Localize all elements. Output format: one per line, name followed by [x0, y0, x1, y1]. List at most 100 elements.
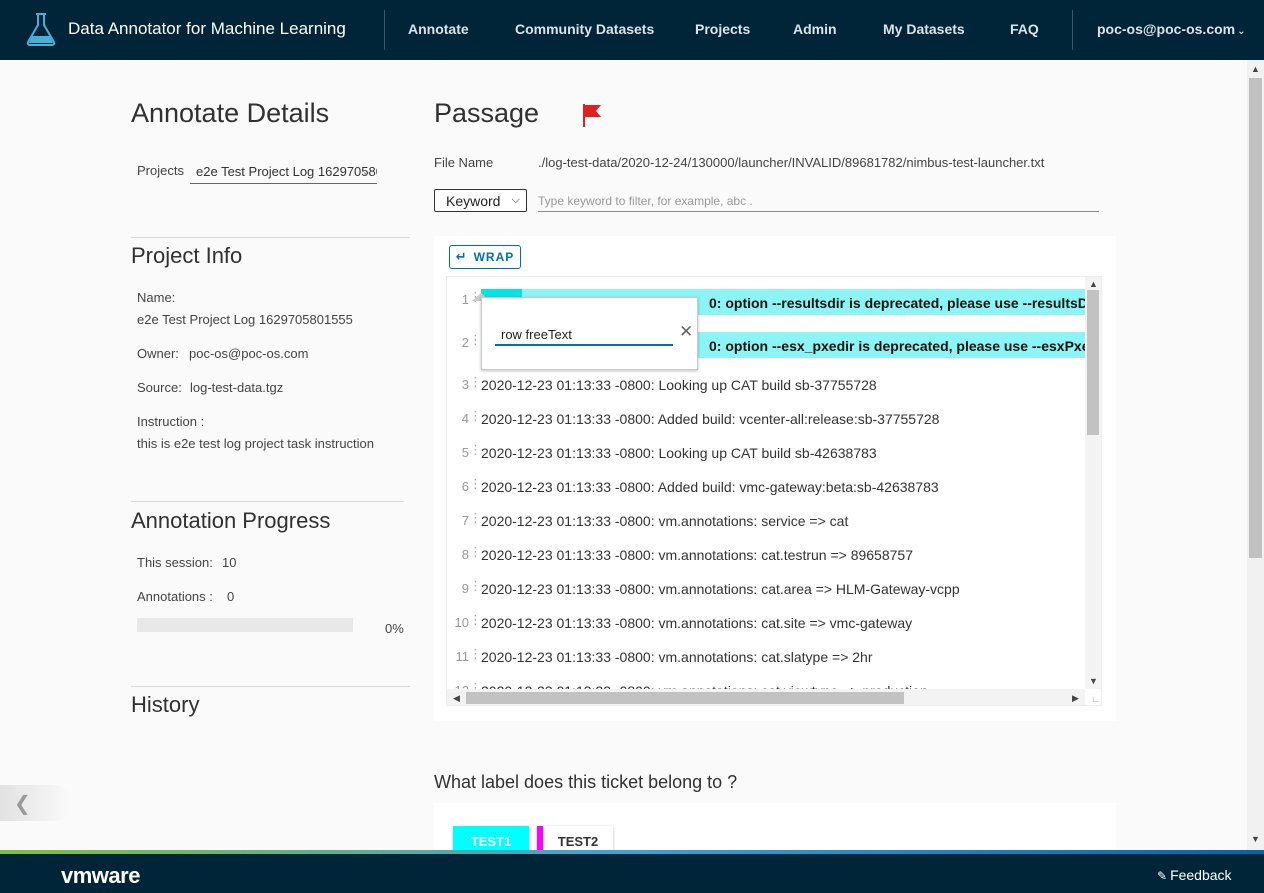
row-number: 9: [461, 581, 469, 596]
flask-logo-icon: [26, 13, 56, 46]
source-label: Source:: [137, 380, 182, 395]
log-row[interactable]: 11 ⋮ 2020-12-23 01:13:33 -0800: vm.annot…: [447, 642, 1087, 670]
row-text: 2020-12-23 01:13:33 -0800: Added build: …: [481, 479, 939, 495]
log-row[interactable]: 3 ⋮ 2020-12-23 01:13:33 -0800: Looking u…: [447, 370, 1087, 398]
collapse-sidebar-button[interactable]: ❮: [0, 785, 72, 821]
divider: [131, 501, 404, 502]
nav-projects[interactable]: Projects: [695, 21, 750, 37]
row-text: 2020-12-23 01:13:33 -0800: Looking up CA…: [481, 445, 877, 461]
nav-faq[interactable]: FAQ: [1010, 21, 1039, 37]
project-info-title: Project Info: [131, 243, 243, 268]
chevron-down-icon: ⌵: [511, 194, 520, 206]
projects-label: Projects: [137, 163, 184, 178]
chevron-down-icon: ⌄: [1237, 26, 1246, 37]
owner-label: Owner:: [137, 346, 179, 361]
chevron-down-icon: ⌄: [361, 166, 371, 178]
flag-icon[interactable]: [581, 102, 603, 128]
projects-select-value: e2e Test Project Log 1629705801555: [196, 164, 377, 179]
progress-bar: [137, 618, 353, 632]
top-nav-bar: Data Annotator for Machine Learning Anno…: [0, 0, 1264, 60]
row-number: 7: [461, 513, 469, 528]
feedback-label: Feedback: [1170, 867, 1232, 883]
log-row[interactable]: 8 ⋮ 2020-12-23 01:13:33 -0800: vm.annota…: [447, 540, 1087, 568]
source-value: log-test-data.tgz: [190, 380, 284, 395]
log-row[interactable]: 10 ⋮ 2020-12-23 01:13:33 -0800: vm.annot…: [447, 608, 1087, 636]
label-question: What label does this ticket belong to ?: [434, 772, 738, 792]
name-value: e2e Test Project Log 1629705801555: [137, 312, 353, 327]
instruction-value: this is e2e test log project task instru…: [137, 436, 375, 451]
keyword-select[interactable]: Keyword ⌵: [434, 189, 527, 212]
keyword-filter-input[interactable]: Type keyword to filter, for example, abc…: [538, 189, 1099, 212]
page-scroll-down-icon[interactable]: ▼: [1251, 834, 1260, 844]
feedback-link[interactable]: ✎ Feedback: [1157, 867, 1232, 883]
divider: [131, 237, 410, 238]
log-vertical-scroll-thumb[interactable]: [1087, 290, 1099, 435]
header-divider: [384, 10, 385, 50]
row-text: 2020-12-23 01:13:33 -0800: vm.annotation…: [481, 513, 849, 529]
nav-annotate[interactable]: Annotate: [408, 21, 469, 37]
annotate-details-title: Annotate Details: [131, 98, 330, 128]
session-label: This session:: [137, 555, 213, 570]
log-row[interactable]: 5 ⋮ 2020-12-23 01:13:33 -0800: Looking u…: [447, 438, 1087, 466]
row-text: 2020-12-23 01:13:33 -0800: vm.annotation…: [481, 547, 913, 563]
keyword-select-value: Keyword: [446, 193, 501, 209]
user-email: poc-os@poc-os.com: [1097, 21, 1236, 37]
row-text: 2020-12-23 01:13:33 -0800: vm.annotation…: [481, 615, 913, 631]
scroll-up-icon[interactable]: ▲: [1089, 279, 1098, 289]
wrap-icon: ↵: [455, 249, 468, 264]
row-number: 11: [455, 649, 470, 664]
row-text: 2020-12-23 01:13:33 -0800: vm.annotation…: [481, 581, 960, 597]
footer: vmware ✎ Feedback: [0, 854, 1264, 893]
row-number: 4: [461, 411, 469, 426]
annotations-label: Annotations :: [137, 589, 213, 604]
nav-community-datasets[interactable]: Community Datasets: [515, 21, 654, 37]
nav-my-datasets[interactable]: My Datasets: [883, 21, 965, 37]
user-menu[interactable]: poc-os@poc-os.com ⌄: [1097, 21, 1246, 37]
log-row[interactable]: 9 ⋮ 2020-12-23 01:13:33 -0800: vm.annota…: [447, 574, 1087, 602]
scroll-right-icon[interactable]: ▶: [1072, 693, 1079, 704]
row-number: 3: [461, 377, 469, 392]
app-title: Data Annotator for Machine Learning: [68, 19, 346, 38]
row-text: 2020-12-23 01:13:33 -0800: vm.annotation…: [481, 649, 873, 665]
passage-title: Passage: [434, 98, 540, 128]
close-icon[interactable]: ✕: [679, 322, 693, 342]
row-text: 2020-12-23 01:13:33 -0800: Looking up CA…: [481, 377, 877, 393]
row-number: 6: [461, 479, 469, 494]
feedback-icon: ✎: [1157, 869, 1168, 883]
scroll-left-icon[interactable]: ◀: [453, 693, 460, 704]
row-number: 8: [461, 547, 469, 562]
scroll-down-icon[interactable]: ▼: [1089, 676, 1098, 686]
label-chip-text: TEST2: [557, 833, 599, 849]
annotation-progress-title: Annotation Progress: [131, 508, 331, 533]
log-row[interactable]: 6 ⋮ 2020-12-23 01:13:33 -0800: Added bui…: [447, 472, 1087, 500]
projects-select[interactable]: e2e Test Project Log 1629705801555 ⌄: [190, 160, 377, 184]
name-label: Name:: [137, 290, 176, 305]
file-name-value: ./log-test-data/2020-12-24/130000/launch…: [538, 155, 1045, 170]
file-name-label: File Name: [434, 155, 494, 170]
chevron-left-icon: ❮: [14, 793, 31, 815]
nav-admin[interactable]: Admin: [793, 21, 837, 37]
wrap-button-label: WRAP: [473, 250, 515, 264]
keyword-filter-placeholder: Type keyword to filter, for example, abc…: [538, 194, 753, 208]
history-title: History: [131, 692, 200, 717]
session-value: 10: [222, 555, 237, 570]
divider: [131, 686, 410, 687]
instruction-label: Instruction :: [137, 414, 205, 429]
log-horizontal-scroll-thumb[interactable]: [466, 692, 904, 704]
owner-value: poc-os@poc-os.com: [189, 346, 309, 361]
header-divider: [1072, 10, 1073, 50]
free-text-input[interactable]: row freeText: [495, 324, 673, 346]
log-row[interactable]: 7 ⋮ 2020-12-23 01:13:33 -0800: vm.annota…: [447, 506, 1087, 534]
page-scroll-up-icon[interactable]: ▲: [1251, 64, 1260, 74]
row-number: 10: [454, 615, 469, 630]
row-text: 0: option --esx_pxedir is deprecated, pl…: [709, 338, 1102, 354]
resize-grip-icon[interactable]: ∟: [1091, 694, 1100, 704]
vmware-logo: vmware: [61, 863, 140, 888]
row-number: 1: [461, 292, 469, 307]
wrap-button[interactable]: ↵ WRAP: [449, 245, 521, 269]
log-row[interactable]: 4 ⋮ 2020-12-23 01:13:33 -0800: Added bui…: [447, 404, 1087, 432]
brand[interactable]: Data Annotator for Machine Learning: [26, 12, 346, 46]
page-scroll-thumb[interactable]: [1249, 78, 1262, 558]
row-text: 0: option --resultsdir is deprecated, pl…: [709, 295, 1098, 311]
progress-percent: 0%: [385, 621, 404, 636]
